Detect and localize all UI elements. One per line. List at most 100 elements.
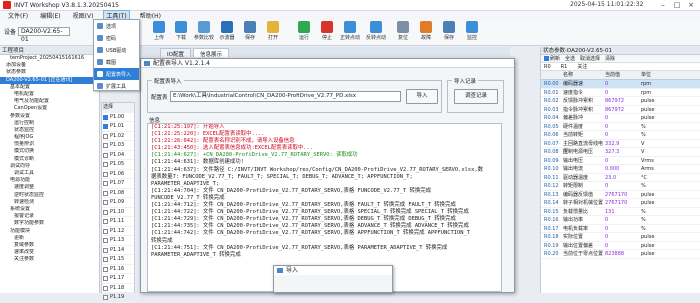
checkbox-icon[interactable] xyxy=(103,209,108,215)
tree-item[interactable]: 参数设置 xyxy=(0,113,99,120)
tree-item[interactable]: 转速检测 xyxy=(0,199,99,206)
config-path-field[interactable]: E:\Work\工具\IndustrialControl\CN_DA200-Pr… xyxy=(170,91,401,102)
menu-item-screenshot[interactable]: 截图 xyxy=(94,56,139,68)
checkbox-icon[interactable] xyxy=(103,133,108,139)
device-select[interactable]: DA200-V2.65-01 xyxy=(18,27,71,43)
import-button[interactable]: 导入 xyxy=(406,89,438,104)
tree-item[interactable]: CanOpen设置 xyxy=(0,105,99,112)
tab-focus[interactable]: 关注 xyxy=(577,63,587,70)
jog-reverse-button[interactable]: 反转点动 xyxy=(365,21,387,41)
param-row[interactable]: P1.14 xyxy=(102,246,134,255)
param-row[interactable]: P1.17 xyxy=(102,274,134,284)
status-row[interactable]: R0.01 速度指令 0 rpm xyxy=(541,89,700,97)
checkbox-icon[interactable] xyxy=(103,285,108,291)
status-row[interactable]: R0.14 转子相对机械位置 2767170 pulse xyxy=(541,199,700,208)
monitor-button[interactable]: 监控 xyxy=(461,21,483,41)
status-row[interactable]: R0.12 转矩限制 0% xyxy=(541,182,700,191)
tree-item[interactable]: 速率改变 xyxy=(0,249,99,256)
menu-file[interactable]: 文件(F) xyxy=(6,11,30,20)
tree-item[interactable]: 基本配置 xyxy=(0,84,99,91)
tree-item[interactable]: 惯量辨识 xyxy=(0,141,99,148)
upload-button[interactable]: 上传 xyxy=(148,21,170,41)
status-row[interactable]: R0.00 编码器速 0 rpm xyxy=(541,80,700,89)
status-row[interactable]: R0.04 偏差脉冲 0 pulse xyxy=(541,114,700,123)
select-all-button[interactable]: 全选 xyxy=(565,55,575,62)
run-button[interactable]: 运行 xyxy=(293,21,315,41)
param-row[interactable]: P1.06 xyxy=(102,170,134,179)
tree-item[interactable]: 报警记录 xyxy=(0,213,99,220)
status-row[interactable]: R0.06 当前转矩 0% xyxy=(541,131,700,140)
checkbox-icon[interactable] xyxy=(103,114,108,120)
checkbox-icon[interactable] xyxy=(103,200,108,205)
tree-item[interactable]: 逆时状态监控 xyxy=(0,192,99,199)
checkbox-icon[interactable] xyxy=(103,247,108,253)
deselect-button[interactable]: 取消选择 xyxy=(580,55,600,62)
param-row[interactable]: P1.08 xyxy=(102,189,134,198)
tree-item[interactable]: 调试工具 xyxy=(0,170,99,177)
param-row[interactable]: P1.02 xyxy=(102,132,134,141)
checkbox-icon[interactable] xyxy=(103,171,108,177)
tree-item[interactable]: DA200-V2.65-01 [正在通讯] xyxy=(0,76,99,84)
param-row[interactable]: P1.13 xyxy=(102,236,134,246)
tree-item[interactable]: 状态监控 xyxy=(0,127,99,134)
tree-item[interactable]: 调试向导 xyxy=(0,163,99,170)
minimize-icon[interactable]: – xyxy=(656,0,670,11)
history-button[interactable]: 调查记录 xyxy=(454,89,498,104)
menu-item-password[interactable]: 密码 xyxy=(94,32,139,44)
param-row[interactable]: P1.05 xyxy=(102,160,134,170)
param-row[interactable]: P1.18 xyxy=(102,284,134,293)
param-row[interactable]: P1.09 xyxy=(102,198,134,208)
status-row[interactable]: R0.09 输出电压 0 Vrms xyxy=(541,157,700,165)
status-row[interactable]: R0.18 实际位置 0 pulse xyxy=(541,233,700,242)
checkbox-icon[interactable] xyxy=(103,152,108,158)
checkbox-icon[interactable] xyxy=(103,238,108,243)
status-row[interactable]: R0.05 硬件温度 0% xyxy=(541,123,700,131)
tree-item[interactable]: 关注参数 xyxy=(0,256,99,263)
tree-item[interactable]: 复域参数 xyxy=(0,242,99,249)
reset-button[interactable]: 复位 xyxy=(392,21,414,41)
param-row[interactable]: P1.00 xyxy=(102,113,134,122)
status-row[interactable]: R0.16 输出功率 0% xyxy=(541,216,700,225)
tree-item[interactable]: temProject_20250415161616 xyxy=(0,55,99,62)
menu-item-config-import[interactable]: 配置表导入 xyxy=(94,68,139,80)
save-button[interactable]: 保存 xyxy=(239,21,261,41)
open-button[interactable]: 打开 xyxy=(262,21,284,41)
tree-item[interactable]: 电机配置 xyxy=(0,91,99,98)
jog-forward-button[interactable]: 正转点动 xyxy=(339,21,361,41)
status-row[interactable]: R0.20 当前位于零点位置 823888 pulse xyxy=(541,250,700,259)
checkbox-icon[interactable] xyxy=(103,257,108,262)
status-row[interactable]: R0.15 负载惯量比 131% xyxy=(541,208,700,216)
tree-item[interactable]: 更新 xyxy=(0,235,99,242)
status-row[interactable]: R0.08 控制电源电压 327.3 V xyxy=(541,148,700,157)
stop-button[interactable]: 停止 xyxy=(316,21,338,41)
checkbox-icon[interactable] xyxy=(103,190,108,196)
param-row[interactable]: P1.07 xyxy=(102,179,134,189)
download-button[interactable]: 下载 xyxy=(170,21,192,41)
checkbox-icon[interactable] xyxy=(103,266,108,272)
status-row[interactable]: R0.03 指令脉冲累积 867972 pulse xyxy=(541,106,700,114)
tree-item[interactable]: 功能模块 xyxy=(0,228,99,235)
menu-item-ext-tools[interactable]: 扩展工具 xyxy=(94,80,139,92)
tab-r1[interactable]: R1 xyxy=(561,64,568,70)
fault-button[interactable]: 故障 xyxy=(415,21,437,41)
status-row[interactable]: R0.07 主回路直流母线电压 332.9 V xyxy=(541,140,700,155)
checkbox-icon[interactable] xyxy=(103,162,108,167)
tree-item[interactable]: 速度调整 xyxy=(0,184,99,191)
menu-help[interactable]: 帮助(H) xyxy=(138,11,163,20)
param-row[interactable]: P1.19 xyxy=(102,293,134,303)
tree-item[interactable]: 模式切换 xyxy=(0,148,99,155)
tree-item[interactable]: 数字功能参数 xyxy=(0,220,99,227)
param-row[interactable]: P1.16 xyxy=(102,265,134,274)
checkbox-icon[interactable] xyxy=(103,181,108,186)
status-row[interactable]: R0.11 驱动器温度 23.0 °C xyxy=(541,174,700,182)
close-icon[interactable]: × xyxy=(684,0,698,11)
tree-item[interactable]: 添加设备 xyxy=(0,62,99,69)
menu-edit[interactable]: 编辑(E) xyxy=(38,11,62,20)
tree-item[interactable]: 程序JOG xyxy=(0,134,99,141)
checkbox-icon[interactable] xyxy=(103,295,108,300)
param-row[interactable]: P1.10 xyxy=(102,208,134,217)
refresh-checkbox[interactable]: 刷新 xyxy=(544,55,560,62)
tab-r0[interactable]: R0 xyxy=(544,64,551,70)
param-row[interactable]: P1.03 xyxy=(102,141,134,151)
save2-button[interactable]: 保存 xyxy=(438,21,460,41)
